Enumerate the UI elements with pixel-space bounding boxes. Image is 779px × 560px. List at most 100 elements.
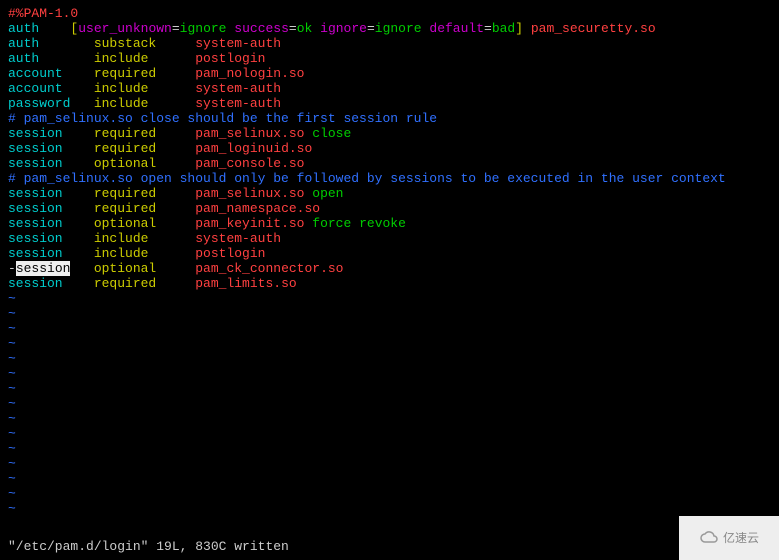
code-line: account required pam_nologin.so <box>8 66 771 81</box>
code-line: ~ <box>8 336 771 351</box>
code-line: session include system-auth <box>8 231 771 246</box>
code-line: ~ <box>8 381 771 396</box>
code-line: ~ <box>8 426 771 441</box>
pam-module: system-auth <box>195 81 281 96</box>
code-line: ~ <box>8 306 771 321</box>
dash-prefix: - <box>8 261 16 276</box>
pam-control: substack <box>94 36 195 51</box>
pam-args: force revoke <box>312 216 406 231</box>
pam-module: pam_nologin.so <box>195 66 304 81</box>
kv-val: ignore <box>375 21 422 36</box>
code-line: session required pam_loginuid.so <box>8 141 771 156</box>
pam-type: account <box>8 66 94 81</box>
code-line: session required pam_limits.so <box>8 276 771 291</box>
pam-control: include <box>94 81 195 96</box>
code-line: session required pam_selinux.so open <box>8 186 771 201</box>
code-line: session optional pam_console.so <box>8 156 771 171</box>
empty-line-tilde: ~ <box>8 471 16 486</box>
code-line: session required pam_namespace.so <box>8 201 771 216</box>
kv-key: ignore <box>320 21 367 36</box>
empty-line-tilde: ~ <box>8 336 16 351</box>
empty-line-tilde: ~ <box>8 486 16 501</box>
code-line: ~ <box>8 486 771 501</box>
code-line: # pam_selinux.so open should only be fol… <box>8 171 771 186</box>
pam-args: close <box>312 126 351 141</box>
code-line: session optional pam_keyinit.so force re… <box>8 216 771 231</box>
pam-control: optional <box>94 156 195 171</box>
code-line: ~ <box>8 471 771 486</box>
code-line: ~ <box>8 321 771 336</box>
pam-type: auth <box>8 36 94 51</box>
pam-type: password <box>8 96 94 111</box>
pam-control: include <box>94 246 195 261</box>
vim-status-line: "/etc/pam.d/login" 19L, 830C written <box>8 539 289 554</box>
pam-module: system-auth <box>195 96 281 111</box>
empty-line-tilde: ~ <box>8 411 16 426</box>
pam-module: postlogin <box>195 246 265 261</box>
kv-val: ok <box>297 21 313 36</box>
kv-key: user_unknown <box>78 21 172 36</box>
pam-module: system-auth <box>195 231 281 246</box>
pam-header: #%PAM-1.0 <box>8 6 78 21</box>
kv-key: default <box>429 21 484 36</box>
pam-type: session <box>8 126 94 141</box>
pam-type: session <box>8 156 94 171</box>
pam-module: pam_limits.so <box>195 276 296 291</box>
pam-module: pam_loginuid.so <box>195 141 312 156</box>
comment: # pam_selinux.so open should only be fol… <box>8 171 726 186</box>
pam-type: session <box>8 201 94 216</box>
empty-line-tilde: ~ <box>8 381 16 396</box>
empty-line-tilde: ~ <box>8 396 16 411</box>
pam-control: required <box>94 141 195 156</box>
pam-control: optional <box>94 261 195 276</box>
code-line: ~ <box>8 396 771 411</box>
code-line: account include system-auth <box>8 81 771 96</box>
pam-type: account <box>8 81 94 96</box>
pam-module: pam_securetty.so <box>531 21 656 36</box>
code-line: ~ <box>8 411 771 426</box>
pam-control: required <box>94 186 195 201</box>
pam-type: session <box>8 216 94 231</box>
pam-control: required <box>94 66 195 81</box>
code-line: ~ <box>8 351 771 366</box>
code-line: # pam_selinux.so close should be the fir… <box>8 111 771 126</box>
pam-module: pam_console.so <box>195 156 304 171</box>
watermark-logo: 亿速云 <box>679 516 779 560</box>
pam-args: open <box>312 186 343 201</box>
pam-type: auth <box>8 51 94 66</box>
pam-type: session <box>8 141 94 156</box>
empty-line-tilde: ~ <box>8 501 16 516</box>
bracket: ] <box>515 21 523 36</box>
vim-editor[interactable]: #%PAM-1.0auth [user_unknown=ignore succe… <box>8 6 771 516</box>
pam-module: pam_ck_connector.so <box>195 261 343 276</box>
code-line: auth substack system-auth <box>8 36 771 51</box>
pam-control: required <box>94 126 195 141</box>
pam-control: required <box>94 201 195 216</box>
code-line: session required pam_selinux.so close <box>8 126 771 141</box>
pam-module: pam_keyinit.so <box>195 216 304 231</box>
pam-module: system-auth <box>195 36 281 51</box>
code-line: ~ <box>8 456 771 471</box>
code-line: password include system-auth <box>8 96 771 111</box>
kv-val: ignore <box>180 21 227 36</box>
kv-val: bad <box>492 21 515 36</box>
empty-line-tilde: ~ <box>8 291 16 306</box>
pam-control: include <box>94 231 195 246</box>
empty-line-tilde: ~ <box>8 366 16 381</box>
pam-module: pam_selinux.so <box>195 186 304 201</box>
code-line: -session optional pam_ck_connector.so <box>8 261 771 276</box>
empty-line-tilde: ~ <box>8 351 16 366</box>
pam-type: session <box>8 186 94 201</box>
watermark-text: 亿速云 <box>723 531 759 546</box>
pam-module: postlogin <box>195 51 265 66</box>
code-line: ~ <box>8 501 771 516</box>
pam-type: session <box>8 276 94 291</box>
code-line: auth include postlogin <box>8 51 771 66</box>
code-line: session include postlogin <box>8 246 771 261</box>
pam-module: pam_namespace.so <box>195 201 320 216</box>
pam-type: session <box>8 231 94 246</box>
code-line: ~ <box>8 291 771 306</box>
code-line: ~ <box>8 441 771 456</box>
pam-control: include <box>94 51 195 66</box>
empty-line-tilde: ~ <box>8 321 16 336</box>
